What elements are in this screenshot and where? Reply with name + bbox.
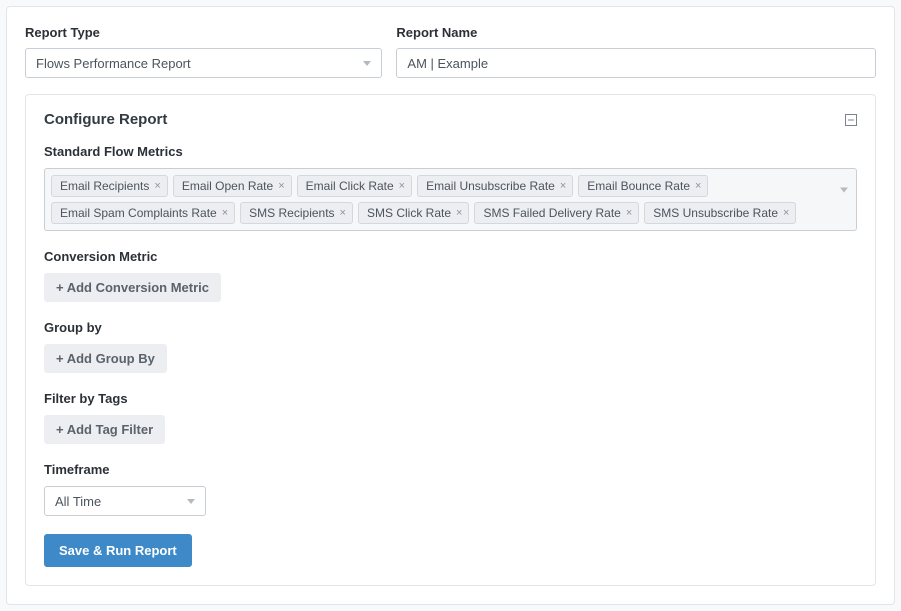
metric-tag: SMS Click Rate × [358, 202, 469, 224]
metric-tag: Email Spam Complaints Rate × [51, 202, 235, 224]
metric-tag: SMS Unsubscribe Rate × [644, 202, 796, 224]
timeframe-select[interactable]: All Time [44, 486, 206, 516]
report-name-label: Report Name [396, 25, 876, 40]
metric-tag: SMS Failed Delivery Rate × [474, 202, 639, 224]
remove-tag-icon[interactable]: × [278, 181, 284, 192]
metric-tag: Email Recipients × [51, 175, 168, 197]
report-builder-card: Report Type Flows Performance Report Rep… [6, 6, 895, 605]
timeframe-value: All Time [55, 494, 101, 509]
top-field-row: Report Type Flows Performance Report Rep… [25, 25, 876, 78]
save-run-report-button[interactable]: Save & Run Report [44, 534, 192, 567]
report-type-value: Flows Performance Report [36, 56, 191, 71]
metric-tag-label: Email Spam Complaints Rate [60, 206, 217, 220]
metric-tag-label: SMS Recipients [249, 206, 334, 220]
chevron-down-icon [840, 187, 848, 207]
conversion-metric-section: Conversion Metric + Add Conversion Metri… [44, 249, 857, 302]
filter-by-tags-section: Filter by Tags + Add Tag Filter [44, 391, 857, 444]
report-type-select[interactable]: Flows Performance Report [25, 48, 382, 78]
configure-header: Configure Report [44, 111, 857, 128]
metric-tag-label: Email Click Rate [306, 179, 394, 193]
report-type-col: Report Type Flows Performance Report [25, 25, 382, 78]
group-by-label: Group by [44, 320, 857, 335]
standard-metrics-section: Standard Flow Metrics Email Recipients×E… [44, 144, 857, 231]
metric-tag-label: Email Bounce Rate [587, 179, 690, 193]
remove-tag-icon[interactable]: × [154, 181, 160, 192]
remove-tag-icon[interactable]: × [222, 208, 228, 219]
add-conversion-metric-button[interactable]: + Add Conversion Metric [44, 273, 221, 302]
remove-tag-icon[interactable]: × [399, 181, 405, 192]
chevron-down-icon [187, 499, 195, 504]
metric-tag-label: SMS Failed Delivery Rate [483, 206, 620, 220]
metric-tag: SMS Recipients × [240, 202, 353, 224]
group-by-section: Group by + Add Group By [44, 320, 857, 373]
add-group-by-button[interactable]: + Add Group By [44, 344, 167, 373]
report-type-label: Report Type [25, 25, 382, 40]
timeframe-section: Timeframe All Time [44, 462, 857, 516]
metric-tag-label: SMS Click Rate [367, 206, 451, 220]
remove-tag-icon[interactable]: × [783, 208, 789, 219]
configure-title: Configure Report [44, 111, 167, 128]
filter-by-tags-label: Filter by Tags [44, 391, 857, 406]
collapse-icon[interactable] [845, 114, 857, 126]
remove-tag-icon[interactable]: × [456, 208, 462, 219]
remove-tag-icon[interactable]: × [626, 208, 632, 219]
metric-tag: Email Click Rate × [297, 175, 412, 197]
remove-tag-icon[interactable]: × [695, 181, 701, 192]
metric-tag-label: Email Unsubscribe Rate [426, 179, 555, 193]
metric-tag-label: SMS Unsubscribe Rate [653, 206, 778, 220]
report-name-col: Report Name [396, 25, 876, 78]
standard-metrics-multiselect[interactable]: Email Recipients×Email Open Rate×Email C… [44, 168, 857, 231]
metric-tag-label: Email Recipients [60, 179, 149, 193]
report-name-input[interactable] [396, 48, 876, 78]
conversion-metric-label: Conversion Metric [44, 249, 857, 264]
add-tag-filter-button[interactable]: + Add Tag Filter [44, 415, 165, 444]
remove-tag-icon[interactable]: × [560, 181, 566, 192]
metric-tag-label: Email Open Rate [182, 179, 273, 193]
metric-tag: Email Open Rate × [173, 175, 292, 197]
standard-metrics-label: Standard Flow Metrics [44, 144, 857, 159]
remove-tag-icon[interactable]: × [340, 208, 346, 219]
chevron-down-icon [363, 61, 371, 66]
metric-tag: Email Bounce Rate × [578, 175, 708, 197]
metric-tag: Email Unsubscribe Rate × [417, 175, 573, 197]
timeframe-label: Timeframe [44, 462, 857, 477]
configure-card: Configure Report Standard Flow Metrics E… [25, 94, 876, 586]
